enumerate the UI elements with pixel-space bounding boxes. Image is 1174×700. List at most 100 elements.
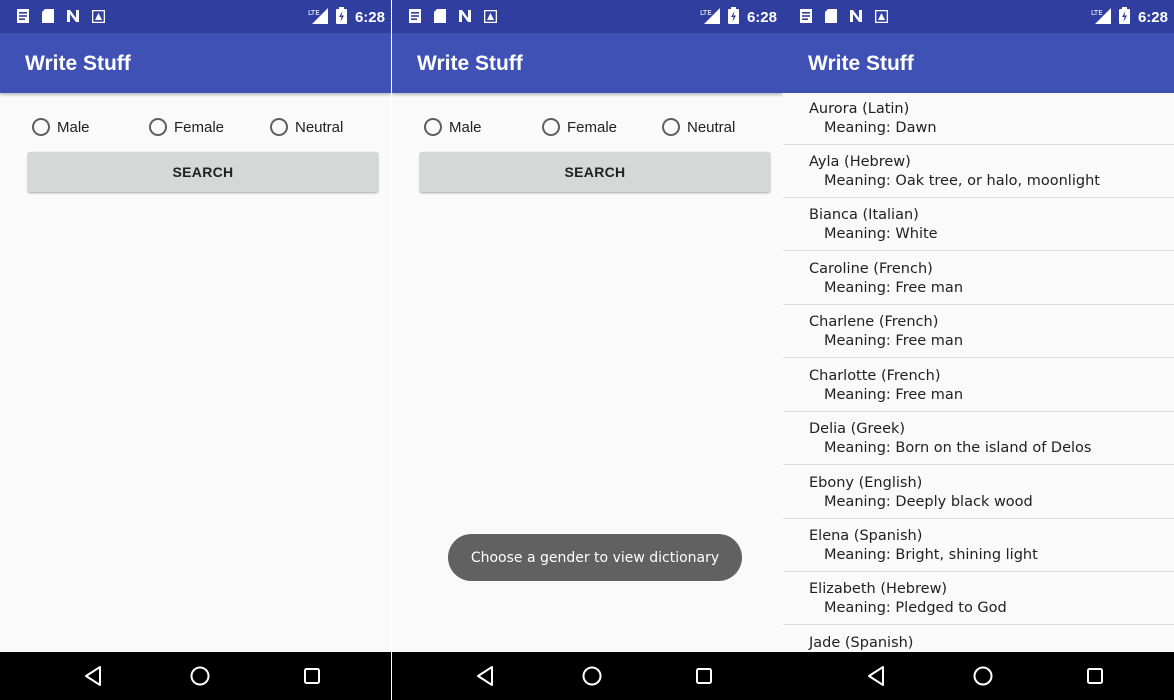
status-icons-left bbox=[16, 9, 105, 23]
status-icons-right: LTE 6:28 bbox=[1091, 7, 1168, 28]
search-button[interactable]: SEARCH bbox=[28, 152, 378, 192]
lte-signal-icon: LTE bbox=[700, 7, 720, 28]
a-icon bbox=[91, 9, 105, 23]
n-icon bbox=[849, 9, 863, 23]
radio-neutral[interactable]: Neutral bbox=[270, 118, 343, 136]
recents-icon[interactable] bbox=[1083, 664, 1107, 688]
radio-female[interactable]: Female bbox=[149, 118, 224, 136]
home-icon[interactable] bbox=[580, 664, 604, 688]
radio-circle-icon bbox=[32, 118, 50, 136]
radio-male[interactable]: Male bbox=[32, 118, 90, 136]
status-time: 6:28 bbox=[746, 9, 777, 26]
list-item[interactable]: Caroline (French) Meaning: Free man bbox=[783, 253, 1174, 305]
list-item[interactable]: Bianca (Italian) Meaning: White bbox=[783, 199, 1174, 251]
list-item[interactable]: Charlotte (French) Meaning: Free man bbox=[783, 360, 1174, 412]
recents-icon[interactable] bbox=[300, 664, 324, 688]
lte-signal-icon: LTE bbox=[1091, 7, 1111, 28]
sd-card-icon bbox=[41, 9, 55, 23]
notes-icon bbox=[799, 9, 813, 23]
svg-text:LTE: LTE bbox=[700, 9, 712, 17]
notes-icon bbox=[16, 9, 30, 23]
list-item[interactable]: Elena (Spanish) Meaning: Bright, shining… bbox=[783, 520, 1174, 572]
list-item[interactable]: Delia (Greek) Meaning: Born on the islan… bbox=[783, 413, 1174, 465]
screen-search-toast: LTE 6:28 Write Stuff Male Female Neutral… bbox=[392, 0, 783, 700]
list-item[interactable]: Jade (Spanish) bbox=[783, 627, 1174, 652]
radio-female[interactable]: Female bbox=[542, 118, 617, 136]
radio-label: Neutral bbox=[295, 118, 344, 136]
back-icon[interactable] bbox=[81, 664, 105, 688]
name-meaning: Meaning: Born on the island of Delos bbox=[824, 440, 1092, 456]
notes-icon bbox=[408, 9, 422, 23]
name-list[interactable]: Aurora (Latin) Meaning: Dawn Ayla (Hebre… bbox=[783, 93, 1174, 652]
home-icon[interactable] bbox=[971, 664, 995, 688]
status-icons-left bbox=[408, 9, 497, 23]
svg-text:LTE: LTE bbox=[308, 9, 320, 17]
home-icon[interactable] bbox=[188, 664, 212, 688]
a-icon bbox=[483, 9, 497, 23]
radio-label: Female bbox=[174, 118, 225, 136]
app-title: Write Stuff bbox=[808, 52, 914, 75]
screen-search: LTE 6:28 Write Stuff Male Female Neutral… bbox=[0, 0, 391, 700]
name-meaning: Meaning: Oak tree, or halo, moonlight bbox=[824, 173, 1100, 189]
radio-male[interactable]: Male bbox=[424, 118, 482, 136]
name-meaning: Meaning: Deeply black wood bbox=[824, 494, 1033, 510]
battery-charging-icon bbox=[1118, 7, 1130, 28]
name-meaning: Meaning: White bbox=[824, 226, 938, 242]
name-title: Caroline (French) bbox=[809, 261, 933, 277]
toast-message: Choose a gender to view dictionary bbox=[448, 534, 742, 581]
radio-circle-icon bbox=[424, 118, 442, 136]
search-button[interactable]: SEARCH bbox=[420, 152, 770, 192]
name-title: Jade (Spanish) bbox=[809, 635, 914, 651]
app-bar: Write Stuff bbox=[783, 33, 1174, 93]
name-title: Elizabeth (Hebrew) bbox=[809, 581, 948, 597]
battery-charging-icon bbox=[727, 7, 739, 28]
radio-neutral[interactable]: Neutral bbox=[662, 118, 735, 136]
svg-text:LTE: LTE bbox=[1091, 9, 1103, 17]
name-meaning: Meaning: Pledged to God bbox=[824, 600, 1007, 616]
list-item[interactable]: Charlene (French) Meaning: Free man bbox=[783, 306, 1174, 358]
back-icon[interactable] bbox=[473, 664, 497, 688]
name-meaning: Meaning: Bright, shining light bbox=[824, 547, 1038, 563]
status-time: 6:28 bbox=[1137, 9, 1168, 26]
name-title: Ebony (English) bbox=[809, 475, 923, 491]
nav-bar bbox=[0, 652, 391, 700]
radio-label: Neutral bbox=[687, 118, 736, 136]
sd-card-icon bbox=[433, 9, 447, 23]
status-bar: LTE 6:28 bbox=[392, 0, 783, 33]
status-bar: LTE 6:28 bbox=[783, 0, 1174, 33]
name-meaning: Meaning: Dawn bbox=[824, 120, 937, 136]
nav-bar bbox=[783, 652, 1174, 700]
lte-signal-icon: LTE bbox=[308, 7, 328, 28]
list-item[interactable]: Ebony (English) Meaning: Deeply black wo… bbox=[783, 467, 1174, 519]
name-meaning: Meaning: Free man bbox=[824, 333, 964, 349]
sd-card-icon bbox=[824, 9, 838, 23]
a-icon bbox=[874, 9, 888, 23]
gender-radio-group: Male Female Neutral bbox=[392, 118, 783, 142]
status-bar: LTE 6:28 bbox=[0, 0, 391, 33]
radio-label: Male bbox=[57, 118, 90, 136]
name-meaning: Meaning: Free man bbox=[824, 280, 964, 296]
app-title: Write Stuff bbox=[25, 52, 131, 75]
radio-label: Male bbox=[449, 118, 482, 136]
list-item[interactable]: Elizabeth (Hebrew) Meaning: Pledged to G… bbox=[783, 573, 1174, 625]
app-title: Write Stuff bbox=[417, 52, 523, 75]
n-icon bbox=[66, 9, 80, 23]
radio-label: Female bbox=[567, 118, 618, 136]
name-title: Charlene (French) bbox=[809, 314, 939, 330]
app-bar: Write Stuff bbox=[392, 33, 783, 93]
name-title: Bianca (Italian) bbox=[809, 207, 919, 223]
name-title: Elena (Spanish) bbox=[809, 528, 923, 544]
recents-icon[interactable] bbox=[692, 664, 716, 688]
back-icon[interactable] bbox=[864, 664, 888, 688]
name-title: Ayla (Hebrew) bbox=[809, 154, 911, 170]
list-item[interactable]: Aurora (Latin) Meaning: Dawn bbox=[783, 93, 1174, 145]
name-meaning: Meaning: Free man bbox=[824, 387, 964, 403]
status-time: 6:28 bbox=[354, 9, 385, 26]
battery-charging-icon bbox=[335, 7, 347, 28]
screens: LTE 6:28 Write Stuff Male Female Neutral… bbox=[0, 0, 1174, 700]
gender-radio-group: Male Female Neutral bbox=[0, 118, 391, 142]
radio-circle-icon bbox=[270, 118, 288, 136]
nav-bar bbox=[392, 652, 783, 700]
status-icons-right: LTE 6:28 bbox=[700, 7, 777, 28]
list-item[interactable]: Ayla (Hebrew) Meaning: Oak tree, or halo… bbox=[783, 146, 1174, 198]
